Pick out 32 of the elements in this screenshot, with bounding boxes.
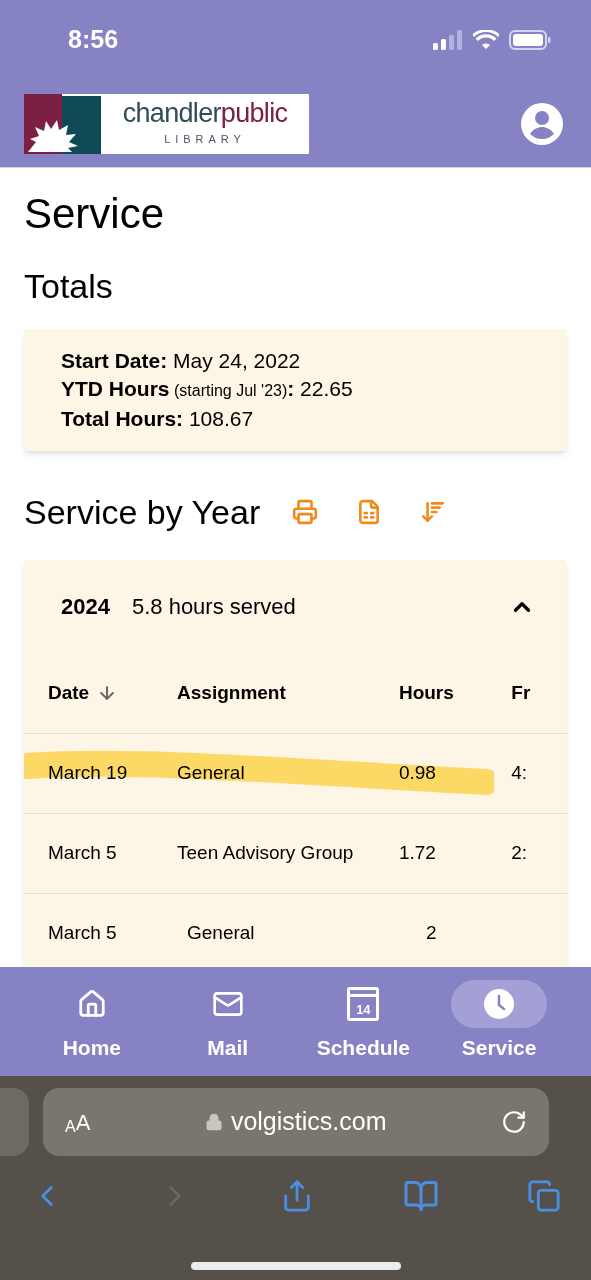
column-header[interactable]: Fr [511,678,531,708]
calendar-icon: 14 [347,986,380,1021]
table-cell: 0.98 [398,761,436,783]
address-bar[interactable]: AA volgistics.com [43,1088,549,1156]
table-cell: 2: [511,841,528,863]
column-header[interactable]: Assignment [177,678,286,708]
totals-line: Total Hours: 108.67 [61,406,255,432]
status-time: 8:56 [68,24,119,56]
logo-wordmark: chandlerpublic [122,99,288,127]
table-cell: 2 [426,921,437,943]
year-summary: 5.8 hours served [131,593,296,621]
table-cell: Teen Advisory Group [177,841,354,863]
column-header[interactable]: Hours [398,678,454,708]
table-cell: March 19 [48,761,128,783]
column-header[interactable]: Date [48,678,90,708]
page-title: Service [24,189,166,239]
library-logo[interactable]: chandlerpublic LIBRARY [24,93,309,154]
section-title: Service by Year [24,492,261,533]
url-text: volgistics.com [230,1106,387,1138]
year-panel-header[interactable]: 2024 5.8 hours served [24,559,567,654]
table-cell: 4: [511,761,528,783]
table-cell: General [187,921,255,943]
section-title: Totals [24,265,114,307]
totals-line: YTD Hours (starting Jul '23): 22.65 [61,376,354,402]
table-cell: 1.72 [398,841,436,863]
table-cell: General [177,761,245,783]
totals-line: Start Date: May 24, 2022 [61,348,302,374]
year-label: 2024 [61,593,110,621]
table-cell: March 5 [48,921,117,943]
table-cell: March 5 [48,841,117,863]
logo-subtitle: LIBRARY [164,131,246,147]
text-size-button[interactable]: AA [65,1105,91,1139]
